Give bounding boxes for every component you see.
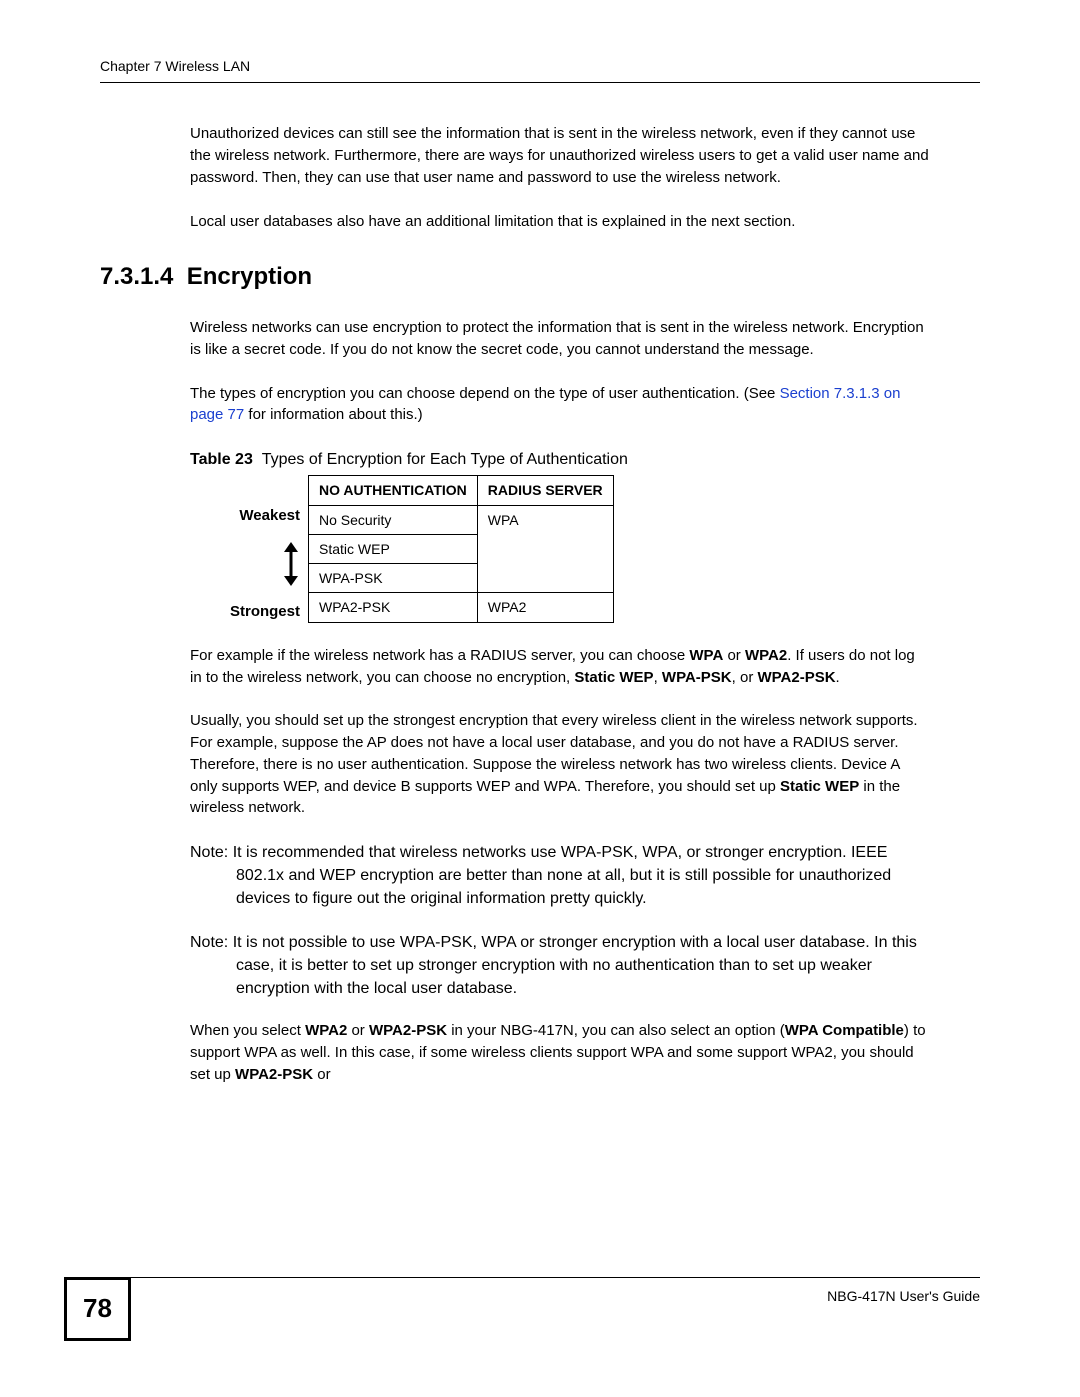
encryption-paragraph-1: Wireless networks can use encryption to … bbox=[190, 317, 930, 361]
text: For example if the wireless network has … bbox=[190, 647, 689, 664]
encryption-table-wrapper: Weakest Strongest NO AUTHENTICATION RADI… bbox=[190, 475, 980, 622]
table-header-row: NO AUTHENTICATION RADIUS SERVER bbox=[309, 476, 614, 505]
text: When you select bbox=[190, 1022, 305, 1039]
note-recommended-encryption: Note: It is recommended that wireless ne… bbox=[190, 841, 930, 911]
table-row: WPA2-PSK WPA2 bbox=[309, 593, 614, 622]
example-paragraph-radius: For example if the wireless network has … bbox=[190, 645, 930, 689]
intro-paragraph-1: Unauthorized devices can still see the i… bbox=[190, 123, 930, 188]
text: , bbox=[654, 669, 662, 686]
strongest-label: Strongest bbox=[190, 601, 300, 623]
text: The types of encryption you can choose d… bbox=[190, 385, 780, 402]
bold-wpa-compatible: WPA Compatible bbox=[785, 1022, 904, 1039]
section-title: Encryption bbox=[187, 263, 312, 290]
text: , or bbox=[732, 669, 758, 686]
text: . bbox=[836, 669, 840, 686]
bold-wpa2-psk: WPA2-PSK bbox=[369, 1022, 447, 1039]
note-local-user-database: Note: It is not possible to use WPA-PSK,… bbox=[190, 931, 930, 1001]
strongest-encryption-paragraph: Usually, you should set up the strongest… bbox=[190, 710, 930, 819]
footer-guide-title: NBG-417N User's Guide bbox=[827, 1278, 980, 1306]
chapter-header: Chapter 7 Wireless LAN bbox=[100, 56, 980, 83]
strength-scale: Weakest Strongest bbox=[190, 475, 300, 622]
bold-wpa: WPA bbox=[689, 647, 723, 664]
encryption-paragraph-2: The types of encryption you can choose d… bbox=[190, 383, 930, 427]
bold-wpa2: WPA2 bbox=[305, 1022, 347, 1039]
table-row: No Security WPA bbox=[309, 505, 614, 534]
cell-no-security: No Security bbox=[309, 505, 478, 534]
text: or bbox=[723, 647, 745, 664]
text: or bbox=[313, 1066, 331, 1083]
encryption-types-table: NO AUTHENTICATION RADIUS SERVER No Secur… bbox=[308, 475, 614, 622]
cell-static-wep: Static WEP bbox=[309, 534, 478, 563]
bold-static-wep: Static WEP bbox=[780, 778, 859, 795]
cell-wpa2-psk: WPA2-PSK bbox=[309, 593, 478, 622]
double-arrow-icon bbox=[282, 542, 300, 586]
page-footer: 78 NBG-417N User's Guide bbox=[100, 1277, 980, 1341]
bold-wpa2: WPA2 bbox=[745, 647, 787, 664]
column-header-radius: RADIUS SERVER bbox=[477, 476, 613, 505]
cell-wpa: WPA bbox=[477, 505, 613, 593]
text: for information about this.) bbox=[244, 406, 422, 423]
table-title: Types of Encryption for Each Type of Aut… bbox=[262, 451, 628, 468]
intro-paragraph-2: Local user databases also have an additi… bbox=[190, 211, 930, 233]
table-caption: Table 23 Types of Encryption for Each Ty… bbox=[190, 448, 980, 471]
weakest-label: Weakest bbox=[190, 505, 300, 527]
page-number: 78 bbox=[64, 1277, 131, 1341]
wpa-compatible-paragraph: When you select WPA2 or WPA2-PSK in your… bbox=[190, 1020, 930, 1085]
table-label: Table 23 bbox=[190, 451, 253, 468]
bold-wpa2-psk: WPA2-PSK bbox=[235, 1066, 313, 1083]
bold-wpa2-psk: WPA2-PSK bbox=[757, 669, 835, 686]
bold-static-wep: Static WEP bbox=[574, 669, 653, 686]
cell-wpa2: WPA2 bbox=[477, 593, 613, 622]
section-number: 7.3.1.4 bbox=[100, 263, 173, 290]
cell-wpa-psk: WPA-PSK bbox=[309, 564, 478, 593]
text: in your NBG-417N, you can also select an… bbox=[447, 1022, 785, 1039]
column-header-no-auth: NO AUTHENTICATION bbox=[309, 476, 478, 505]
text: or bbox=[347, 1022, 369, 1039]
bold-wpa-psk: WPA-PSK bbox=[662, 669, 732, 686]
section-heading-encryption: 7.3.1.4 Encryption bbox=[100, 260, 980, 295]
